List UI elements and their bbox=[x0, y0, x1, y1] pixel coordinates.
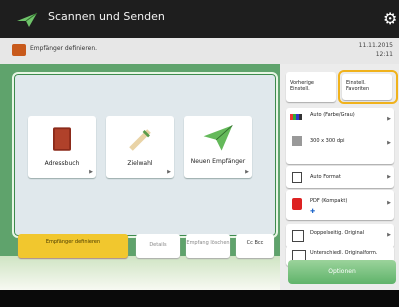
details-label: Details bbox=[149, 242, 167, 248]
color-bars-icon bbox=[290, 114, 302, 120]
scan-size-label: Auto Format bbox=[310, 174, 341, 180]
bottom-strip bbox=[0, 290, 399, 307]
book-icon bbox=[53, 127, 71, 151]
scan-size-button[interactable]: Auto Format ▶ bbox=[286, 166, 394, 188]
mixed-size-label: Unterschiedl. Originalform. bbox=[310, 250, 378, 256]
copy-icon bbox=[292, 172, 302, 183]
chevron-right-icon: ▶ bbox=[387, 174, 391, 180]
green-gradient bbox=[0, 256, 280, 290]
chevron-right-icon: ▶ bbox=[387, 116, 391, 122]
plus-icon: ✚ bbox=[310, 208, 316, 215]
app-title: Scannen und Senden bbox=[48, 10, 165, 23]
file-format-label: PDF (Kompakt) bbox=[310, 198, 348, 204]
message-bar: Empfänger definieren. 11.11.2015 12:11 bbox=[0, 38, 399, 64]
hand-pen-icon bbox=[129, 129, 151, 151]
tile-arrow-icon: ▶ bbox=[89, 169, 93, 175]
message-icon bbox=[12, 44, 26, 56]
new-destination-tile[interactable]: Neuen Empfänger ▶ bbox=[184, 116, 252, 178]
cc-bcc-label: Cc Bcc bbox=[246, 240, 264, 246]
tile-arrow-icon: ▶ bbox=[245, 169, 249, 175]
resolution-label: 300 x 300 dpi bbox=[310, 138, 345, 144]
favorites-label: Einstell. Favoriten bbox=[346, 80, 370, 92]
chevron-right-icon: ▶ bbox=[387, 140, 391, 146]
resolution-icon bbox=[292, 136, 302, 146]
chevron-right-icon: ▶ bbox=[387, 232, 391, 238]
datetime: 11.11.2015 12:11 bbox=[359, 41, 393, 59]
address-book-tile[interactable]: Adressbuch ▶ bbox=[28, 116, 96, 178]
cc-bcc-button[interactable]: Cc Bcc bbox=[236, 234, 274, 258]
duplex-icon bbox=[292, 230, 304, 242]
time: 12:11 bbox=[375, 51, 393, 58]
chevron-right-icon: ▶ bbox=[387, 200, 391, 206]
details-button[interactable]: Details bbox=[136, 234, 180, 258]
previous-settings-button[interactable]: Vorherige Einstell. bbox=[286, 72, 336, 102]
tile-arrow-icon: ▶ bbox=[167, 169, 171, 175]
color-resolution-group[interactable]: Auto (Farbe/Grau) 300 x 300 dpi ▶ ▶ bbox=[286, 108, 394, 164]
paper-plane-icon bbox=[203, 125, 233, 151]
message-text: Empfänger definieren. bbox=[30, 45, 98, 52]
options-button[interactable]: Optionen bbox=[288, 260, 396, 284]
file-format-button[interactable]: PDF (Kompakt) ✚ ▶ bbox=[286, 190, 394, 220]
main-screen: Empfänger definieren. 11.11.2015 12:11 A… bbox=[0, 38, 399, 290]
define-destination-button[interactable]: Empfänger definieren bbox=[18, 234, 128, 258]
scanner-plane-icon bbox=[17, 12, 38, 27]
define-destination-label: Empfänger definieren bbox=[45, 239, 101, 245]
top-bar: Scannen und Senden ⚙ bbox=[0, 0, 399, 38]
one-touch-label: Zielwahl bbox=[127, 160, 153, 167]
address-book-label: Adressbuch bbox=[44, 160, 80, 167]
color-mode-label: Auto (Farbe/Grau) bbox=[310, 112, 355, 118]
duplex-button[interactable]: Doppelseitig. Original ▶ bbox=[286, 224, 394, 248]
pdf-icon bbox=[292, 198, 302, 210]
previous-settings-label: Vorherige Einstell. bbox=[290, 80, 314, 92]
delete-destination-button[interactable]: Empfang löschen bbox=[186, 234, 230, 258]
one-touch-tile[interactable]: Zielwahl ▶ bbox=[106, 116, 174, 178]
gear-icon[interactable]: ⚙ bbox=[383, 10, 399, 28]
duplex-label: Doppelseitig. Original bbox=[310, 230, 365, 236]
date: 11.11.2015 bbox=[358, 42, 393, 49]
delete-destination-label: Empfang löschen bbox=[186, 240, 230, 246]
new-destination-label: Neuen Empfänger bbox=[190, 158, 246, 165]
favorites-button[interactable]: Einstell. Favoriten bbox=[342, 74, 392, 100]
